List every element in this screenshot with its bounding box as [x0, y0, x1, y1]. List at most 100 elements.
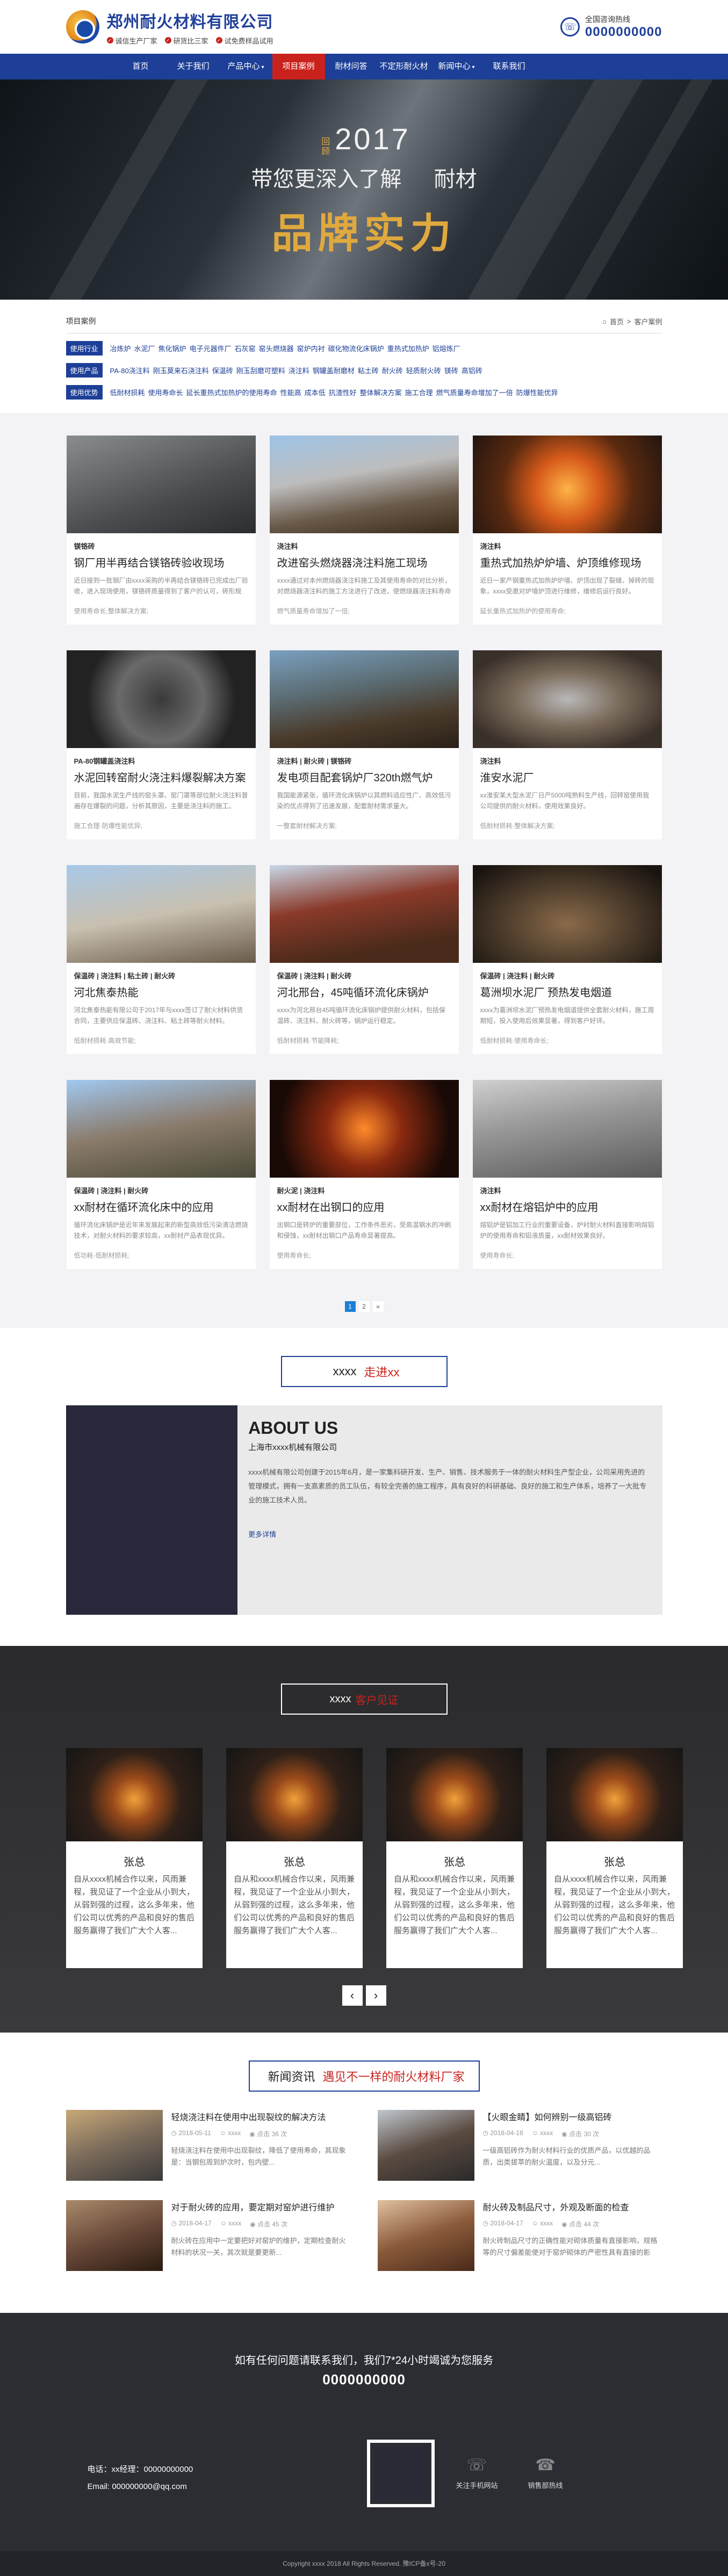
filter-option[interactable]: 成本低 [305, 387, 326, 397]
filter-option[interactable]: 刚玉刮磨可塑料 [236, 365, 285, 375]
case-title[interactable]: 河北焦泰热能 [74, 984, 248, 999]
filter-option[interactable]: 重热式加热炉 [387, 343, 429, 353]
filter-option[interactable]: 轻质耐火砖 [406, 365, 441, 375]
product-card[interactable]: 浇注料 重热式加热炉炉墙、炉顶维修现场 近日一家产钢重热式加热炉炉墙、炉顶出现了裂缝… [472, 436, 662, 625]
breadcrumb-current[interactable]: 客户案例 [634, 316, 662, 326]
filter-option[interactable]: 延长重热式加热炉的使用寿命 [186, 387, 277, 397]
product-card[interactable]: 保温砖 | 浇注料 | 耐火砖 葛洲坝水泥厂 预热发电烟道 xxxx为葛洲坝水泥厂预… [472, 865, 662, 1054]
filter-option[interactable]: 低耐材损耗 [110, 387, 145, 397]
news-heading-cn: 遇见不一样的耐火材料厂家 [322, 2070, 465, 2084]
case-title[interactable]: 重热式加热炉炉墙、炉顶维修现场 [480, 554, 654, 570]
filter-option[interactable]: 防爆性能优异 [516, 387, 558, 397]
filter-option[interactable]: 刚玉莫来石浇注料 [153, 365, 209, 375]
product-card[interactable]: 保温砖 | 浇注料 | 粘土砖 | 耐火砖 河北焦泰热能 河北焦泰热能有限公司于20… [66, 865, 256, 1054]
case-title[interactable]: 发电项目配套锅炉厂320th燃气炉 [277, 769, 451, 785]
filter-option[interactable]: 高铝砖 [462, 365, 482, 375]
filter-option[interactable]: 铝熔炼厂 [433, 343, 460, 353]
product-card[interactable]: 耐火泥 | 浇注料 xx耐材在出钢口的应用 出钢口是转炉的重要部位，工作条件恶劣，受… [269, 1080, 459, 1269]
case-title[interactable]: xx耐材在熔铝炉中的应用 [480, 1199, 654, 1214]
breadcrumb-home[interactable]: 首页 [610, 316, 624, 326]
page-2[interactable]: 2 [358, 1301, 370, 1312]
filter-option[interactable]: 保温砖 [212, 365, 233, 375]
filter-option[interactable]: 耐火砖 [382, 365, 403, 375]
filter-option[interactable]: 碳化物流化床锅炉 [328, 343, 384, 353]
filter-option[interactable]: 燃气质量寿命增加了一倍 [436, 387, 513, 397]
news-item[interactable]: 轻烧浇注料在使用中出现裂纹的解决方法 ◷ 2018-05-11 ☺ xxxx ◉ 点击… [66, 2110, 351, 2181]
footer-phone: 0000000000 [322, 2371, 406, 2388]
nav-item[interactable]: 产品中心 ▾ [220, 54, 272, 79]
filter-option[interactable]: PA-80浇注料 [110, 365, 150, 375]
qr-code [366, 2440, 435, 2507]
filter-option[interactable]: 石灰窑 [235, 343, 256, 353]
contact-phone: 电话：xx经理：00000000000 [87, 2465, 193, 2474]
product-card[interactable]: 浇注料 淮安水泥厂 xx淮安某大型水泥厂日产5000吨熟料生产线，回转窑使用我公司提… [472, 650, 662, 839]
mobile-site-link[interactable]: ☏ 关注手机网站 [456, 2456, 498, 2490]
case-title[interactable]: 水泥回转窑耐火浇注料爆裂解决方案 [74, 769, 248, 785]
filter-option[interactable]: 焦化锅炉 [158, 343, 186, 353]
case-image [269, 865, 459, 963]
page-next[interactable]: » [372, 1301, 384, 1312]
case-advantages: 使用寿命长; [277, 1252, 311, 1259]
nav-item[interactable]: 关于我们 [167, 54, 220, 79]
filter-option[interactable]: 电子元器件厂 [190, 343, 232, 353]
case-title[interactable]: 钢厂用半再结合镁铬砖验收现场 [74, 554, 248, 570]
product-card[interactable]: 保温砖 | 浇注料 | 耐火砖 xx耐材在循环流化床中的应用 循环流化床锅炉是近年来… [66, 1080, 256, 1269]
news-item[interactable]: 对于耐火砖的应用，要定期对窑炉进行维护 ◷ 2018-04-17 ☺ xxxx ◉ 点… [66, 2200, 351, 2271]
filter-option[interactable]: 抗渣性好 [329, 387, 357, 397]
nav-item[interactable]: 不定形耐火材料 [378, 54, 430, 97]
filter-option[interactable]: 窑头燃烧器 [259, 343, 294, 353]
nav-item[interactable]: 耐材问答 [325, 54, 378, 79]
page-1[interactable]: 1 [344, 1301, 356, 1312]
news-title[interactable]: 轻烧浇注料在使用中出现裂纹的解决方法 [171, 2110, 351, 2123]
case-image [269, 436, 459, 533]
nav-item[interactable]: 新闻中心 ▾ [430, 54, 483, 79]
filter-option[interactable]: 窑炉内衬 [297, 343, 325, 353]
testimonial-card[interactable]: 张总 自从xxxx机械合作以来，风雨兼程，我见证了一个企业从小到大，从弱到强的过程… [66, 1748, 203, 1968]
filter-option[interactable]: 使用寿命长 [148, 387, 183, 397]
user-icon: ☺ xxxx [220, 2219, 242, 2227]
case-image [472, 650, 662, 748]
case-title[interactable]: xx耐材在出钢口的应用 [277, 1199, 451, 1214]
case-tags: 保温砖 | 浇注料 | 耐火砖 [480, 972, 555, 980]
filter-option[interactable]: 镁砖 [444, 365, 458, 375]
filter-option[interactable]: 浇注料 [289, 365, 309, 375]
news-item[interactable]: 【火眼金睛】如何辨别一级高铝砖 ◷ 2018-04-18 ☺ xxxx ◉ 点击 30… [377, 2110, 662, 2181]
testimonial-name: 张总 [444, 1856, 465, 1868]
case-title[interactable]: 淮安水泥厂 [480, 769, 654, 785]
product-card[interactable]: 浇注料 改进窑头燃烧器浇注料施工现场 xxxx通过对本州燃烧器浇注料施工及其使用寿命… [269, 436, 459, 625]
case-title[interactable]: 改进窑头燃烧器浇注料施工现场 [277, 554, 451, 570]
case-title[interactable]: xx耐材在循环流化床中的应用 [74, 1199, 248, 1214]
filter-option[interactable]: 水泥厂 [134, 343, 155, 353]
about-more-link[interactable]: 更多详情 [248, 1529, 651, 1539]
filter-option[interactable]: 整体解决方案 [360, 387, 402, 397]
filter-option[interactable]: 冶炼炉 [110, 343, 131, 353]
prev-arrow-icon[interactable]: ‹ [342, 1985, 363, 2006]
product-card[interactable]: 浇注料 xx耐材在熔铝炉中的应用 熔铝炉是铝加工行业的重要设备，炉衬耐火材料直接影响… [472, 1080, 662, 1269]
product-card[interactable]: 保温砖 | 浇注料 | 耐火砖 河北邢台，45吨循环流化床锅炉 xxxx为河北邢台4… [269, 865, 459, 1054]
news-title[interactable]: 耐火砖及制品尺寸，外观及断面的检查 [483, 2200, 662, 2213]
testimonial-card[interactable]: 张总 自从和xxxx机械合作以来，风雨兼程，我见证了一个企业从小到大，从弱到强的过… [386, 1748, 523, 1968]
testimonial-card[interactable]: 张总 自从xxxx机械合作以来，风雨兼程，我见证了一个企业从小到大，从弱到强的过程… [546, 1748, 683, 1968]
nav-item[interactable]: 首页 [114, 54, 167, 79]
testimonial-card[interactable]: 张总 自从和xxxx机械合作以来，风雨兼程，我见证了一个企业从小到大，从弱到强的过… [226, 1748, 363, 1968]
nav-item[interactable]: 联系我们 [483, 54, 536, 79]
product-card[interactable]: PA-80钢罐盖浇注料 水泥回转窑耐火浇注料爆裂解决方案 目前，我国水泥生产线的窑头… [66, 650, 256, 839]
news-title[interactable]: 【火眼金睛】如何辨别一级高铝砖 [483, 2110, 662, 2123]
sales-hotline[interactable]: ☎ 销售部热线 [528, 2456, 563, 2490]
news-title[interactable]: 对于耐火砖的应用，要定期对窑炉进行维护 [171, 2200, 351, 2213]
news-item[interactable]: 耐火砖及制品尺寸，外观及断面的检查 ◷ 2018-04-17 ☺ xxxx ◉ 点击 … [377, 2200, 662, 2271]
product-card[interactable]: 镁铬砖 钢厂用半再结合镁铬砖验收现场 近日接到一批钢厂由xxxx采购的半再结合镁铬砖… [66, 436, 256, 625]
case-title[interactable]: 葛洲坝水泥厂 预热发电烟道 [480, 984, 654, 999]
case-title[interactable]: 河北邢台，45吨循环流化床锅炉 [277, 984, 451, 999]
next-arrow-icon[interactable]: › [365, 1985, 386, 2006]
testimonial-image [386, 1748, 523, 1841]
filter-option[interactable]: 性能高 [280, 387, 301, 397]
news-meta: ◷ 2018-04-17 ☺ xxxx ◉ 点击 45 次 [171, 2219, 351, 2229]
nav-item[interactable]: 项目案例 [272, 54, 325, 79]
eye-icon: ◉ 点击 44 次 [561, 2221, 600, 2228]
filter-option[interactable]: 钢罐盖耐磨材 [313, 365, 355, 375]
product-card[interactable]: 浇注料 | 耐火砖 | 镁铬砖 发电项目配套锅炉厂320th燃气炉 我国能源紧张，循… [269, 650, 459, 839]
filter-option[interactable]: 施工合理 [405, 387, 433, 397]
logo[interactable]: 郑州耐火材料有限公司 ✓ 诚信生产厂家 ✓ 研货比三家 ✓ 试免费样品试用 [66, 9, 273, 46]
filter-option[interactable]: 粘土砖 [358, 365, 379, 375]
